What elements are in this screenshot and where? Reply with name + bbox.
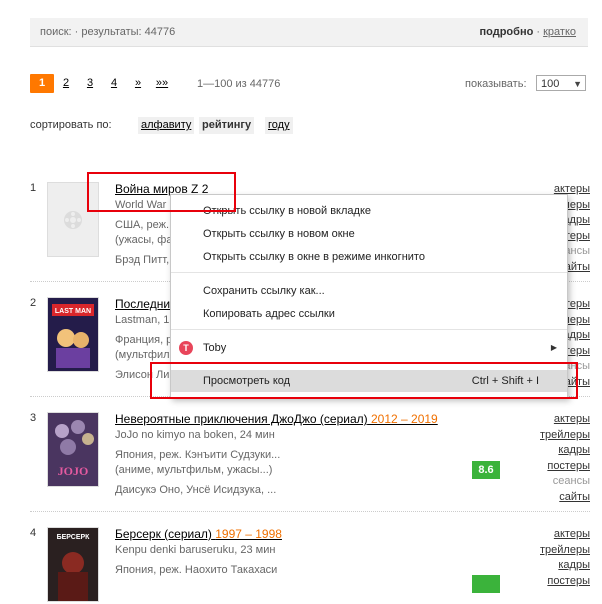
poster-title: LAST MAN bbox=[55, 308, 91, 315]
page-4[interactable]: 4 bbox=[102, 74, 126, 93]
film-original-title: Kenpu denki baruseruku, 23 мин bbox=[115, 544, 276, 556]
toby-icon: T bbox=[179, 341, 193, 355]
rating-badge bbox=[472, 575, 500, 593]
link-trailers[interactable]: трейлеры bbox=[540, 428, 590, 444]
film-original-title: Lastman, 1 bbox=[115, 314, 170, 326]
link-sites[interactable]: сайты bbox=[540, 490, 590, 506]
film-links: актеры трейлеры кадры постеры bbox=[540, 527, 590, 589]
film-poster[interactable]: БЕРСЕРК bbox=[47, 527, 99, 602]
link-stills[interactable]: кадры bbox=[540, 443, 590, 459]
film-original-title: JoJo no kimyo na boken, 24 мин bbox=[115, 429, 275, 441]
film-country-director: Япония, реж. Кэнъити Судзуки... bbox=[115, 449, 281, 461]
film-title-link[interactable]: Невероятные приключения ДжоДжо (сериал) … bbox=[115, 412, 438, 426]
film-title-link[interactable]: Последни bbox=[115, 297, 170, 311]
film-title-text[interactable]: Берсерк (сериал) bbox=[115, 527, 212, 541]
sort-rating[interactable]: рейтингу bbox=[199, 117, 255, 134]
link-showtimes: сеансы bbox=[552, 475, 590, 487]
film-title-text[interactable]: Невероятные приключения ДжоДжо (сериал) bbox=[115, 412, 368, 426]
pagination: 1 2 3 4 » »» bbox=[30, 74, 174, 93]
sort-label: сортировать по: bbox=[30, 119, 112, 131]
film-genres: (мультфил bbox=[115, 349, 170, 361]
link-trailers[interactable]: трейлеры bbox=[540, 543, 590, 559]
sort-year[interactable]: году bbox=[265, 117, 293, 134]
chevron-down-icon: ▼ bbox=[573, 79, 582, 89]
menu-divider bbox=[171, 329, 567, 330]
submenu-arrow-icon: ▶ bbox=[550, 343, 557, 352]
poster-image: LAST MAN bbox=[48, 298, 98, 371]
divider bbox=[30, 511, 590, 512]
page-last[interactable]: »» bbox=[150, 74, 174, 93]
film-years: 2012 – 2019 bbox=[371, 412, 438, 426]
film-number: 3 bbox=[30, 412, 37, 424]
show-count-label: показывать: bbox=[465, 78, 527, 90]
link-posters[interactable]: постеры bbox=[540, 574, 590, 590]
film-country-director: Франция, р bbox=[115, 334, 173, 346]
link-actors[interactable]: актеры bbox=[540, 412, 590, 428]
search-summary-bar: поиск: · результаты: 44776 подробно · кр… bbox=[30, 18, 588, 47]
film-number: 4 bbox=[30, 527, 37, 539]
highlight-box-title bbox=[87, 172, 236, 212]
menu-divider bbox=[171, 272, 567, 273]
rating-badge: 8.6 bbox=[472, 461, 500, 479]
page-3[interactable]: 3 bbox=[78, 74, 102, 93]
film-poster[interactable]: JOJO bbox=[47, 412, 99, 487]
poster-image: БЕРСЕРК bbox=[48, 528, 98, 601]
film-genres: (аниме, мультфильм, ужасы...) bbox=[115, 464, 273, 476]
view-brief-link[interactable]: кратко bbox=[543, 26, 576, 38]
highlight-box-inspect bbox=[150, 362, 578, 399]
menu-save-link-as[interactable]: Сохранить ссылку как... bbox=[171, 280, 567, 302]
view-mode-switch: подробно · кратко bbox=[480, 26, 576, 38]
show-count-value: 100 bbox=[541, 78, 560, 90]
page-1[interactable]: 1 bbox=[30, 74, 54, 93]
link-posters[interactable]: постеры bbox=[540, 459, 590, 475]
film-number: 2 bbox=[30, 297, 37, 309]
film-cast: Брэд Питт, bbox=[115, 254, 170, 266]
film-country-director: США, реж. bbox=[115, 219, 170, 231]
film-links: актеры трейлеры кадры постеры сеансы сай… bbox=[540, 412, 590, 505]
page-next[interactable]: » bbox=[126, 74, 150, 93]
search-results-text: поиск: · результаты: 44776 bbox=[40, 26, 176, 38]
film-country-director: Япония, реж. Наохито Такахаси bbox=[115, 564, 278, 576]
film-title-link[interactable]: Берсерк (сериал) 1997 – 1998 bbox=[115, 527, 282, 541]
menu-open-new-window[interactable]: Открыть ссылку в новом окне bbox=[171, 223, 567, 245]
link-actors[interactable]: актеры bbox=[540, 527, 590, 543]
sort-alphabet[interactable]: алфавиту bbox=[138, 117, 195, 134]
menu-open-incognito[interactable]: Открыть ссылку в окне в режиме инкогнито bbox=[171, 246, 567, 268]
results-range: 1—100 из 44776 bbox=[197, 78, 281, 90]
link-stills[interactable]: кадры bbox=[540, 558, 590, 574]
menu-toby-label: Toby bbox=[203, 342, 227, 354]
poster-image: JOJO bbox=[48, 413, 98, 486]
view-detailed-label[interactable]: подробно bbox=[480, 26, 534, 38]
menu-toby[interactable]: T Toby ▶ bbox=[171, 337, 567, 359]
film-years: 1997 – 1998 bbox=[215, 527, 282, 541]
poster-title: БЕРСЕРК bbox=[57, 534, 91, 541]
film-cast: Даисукэ Оно, Унсё Исидзука, ... bbox=[115, 484, 277, 496]
show-count-select[interactable]: 100 ▼ bbox=[536, 75, 586, 91]
poster-title: JOJO bbox=[58, 464, 89, 478]
film-genres: (ужасы, фа bbox=[115, 234, 173, 246]
film-number: 1 bbox=[30, 182, 37, 194]
film-poster[interactable]: LAST MAN bbox=[47, 297, 99, 372]
view-separator: · bbox=[533, 26, 544, 38]
page-2[interactable]: 2 bbox=[54, 74, 78, 93]
menu-copy-link-address[interactable]: Копировать адрес ссылки bbox=[171, 303, 567, 325]
